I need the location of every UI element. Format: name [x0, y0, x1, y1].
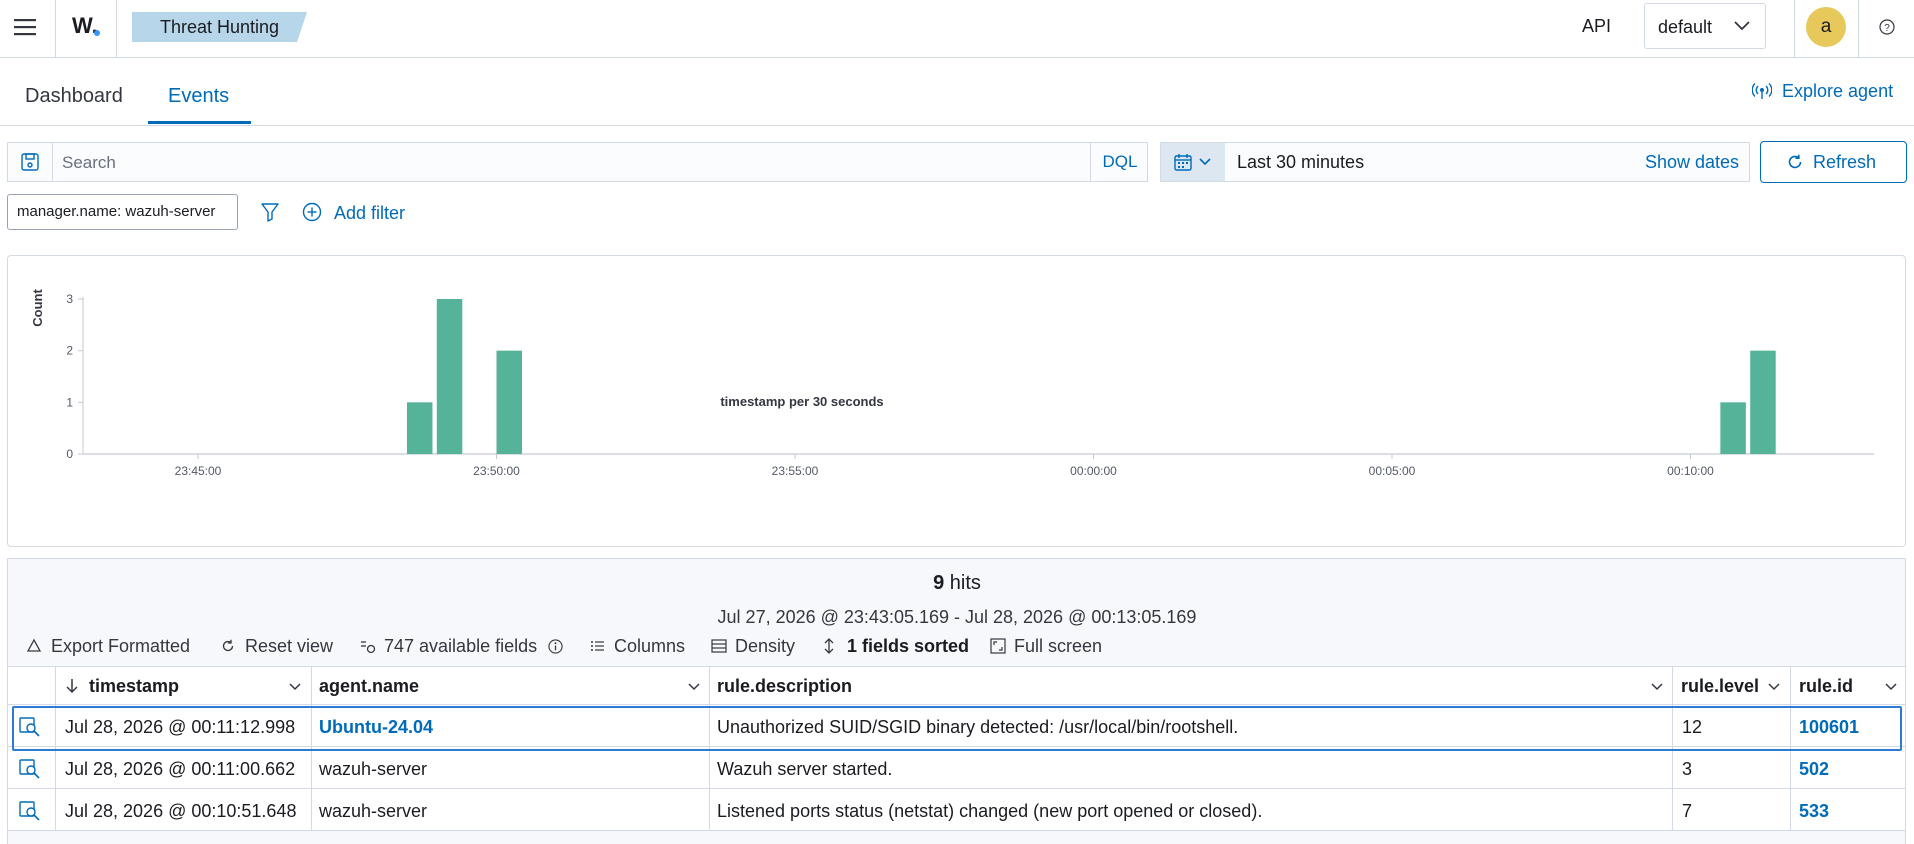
list-icon	[590, 638, 606, 654]
cell-agent-name: wazuh-server	[319, 759, 428, 779]
hits-count: 9	[933, 572, 945, 594]
cell-timestamp: Jul 28, 2026 @ 00:11:12.998	[65, 717, 296, 737]
y-tick-label: 1	[66, 395, 73, 409]
y-axis: 0 1 2 3	[66, 292, 84, 461]
x-tick-label: 00:10:00	[1667, 464, 1714, 478]
x-tick-label: 00:00:00	[1070, 464, 1117, 478]
export-label: Export Formatted	[51, 636, 191, 656]
y-tick-label: 0	[66, 447, 73, 461]
cell-timestamp: Jul 28, 2026 @ 00:10:51.648	[65, 801, 297, 821]
cell-rule-level: 3	[1682, 759, 1693, 779]
x-tick-label: 00:05:00	[1369, 464, 1416, 478]
cell-timestamp: Jul 28, 2026 @ 00:11:00.662	[65, 759, 296, 779]
histogram-bars[interactable]	[406, 299, 1776, 454]
histogram-bar[interactable]	[1750, 350, 1776, 454]
cell-rule-description: Listened ports status (netstat) changed …	[717, 801, 1263, 821]
inspect-document-icon[interactable]	[19, 759, 41, 779]
x-tick-label: 23:50:00	[473, 464, 520, 478]
info-icon	[548, 639, 563, 654]
cell-agent-link[interactable]: Ubuntu-24.04	[319, 717, 433, 738]
y-axis-title: Count	[30, 289, 45, 327]
inspect-document-icon[interactable]	[19, 717, 41, 737]
cell-rule-description: Wazuh server started.	[717, 759, 893, 779]
chevron-down-icon[interactable]	[1651, 683, 1663, 691]
fields-icon	[360, 638, 376, 654]
histogram-bar[interactable]	[436, 299, 463, 454]
export-icon	[26, 638, 42, 654]
reset-view-label: Reset view	[245, 636, 334, 656]
results-time-range: Jul 27, 2026 @ 23:43:05.169 - Jul 28, 20…	[717, 607, 1197, 627]
column-header-rule-description[interactable]: rule.description	[717, 676, 852, 697]
histogram-chart: 0 1 2 3 23:45:00 23:50:00 23:55:00 00:00:00 00:…	[30, 289, 1874, 478]
column-header-agent-name[interactable]: agent.name	[319, 676, 419, 697]
full-screen-label: Full screen	[1014, 636, 1103, 656]
column-header-rule-level[interactable]: rule.level	[1681, 676, 1759, 697]
cell-rule-id-link[interactable]: 100601	[1799, 717, 1859, 738]
x-axis-title: timestamp per 30 seconds	[720, 394, 883, 409]
sort-fields-label: 1 fields sorted	[847, 636, 970, 656]
histogram-bar[interactable]	[496, 350, 523, 454]
cell-rule-description: Unauthorized SUID/SGID binary detected: …	[717, 717, 1239, 737]
cell-rule-level: 12	[1682, 717, 1703, 737]
column-header-timestamp[interactable]: timestamp	[89, 676, 179, 697]
cell-agent-name: wazuh-server	[319, 801, 428, 821]
refresh-icon	[220, 638, 236, 654]
table-row[interactable]: Jul 28, 2026 @ 00:11:00.662 wazuh-server…	[8, 747, 1905, 789]
x-axis: 23:45:00 23:50:00 23:55:00 00:00:00 00:05:00…	[83, 453, 1874, 478]
cell-rule-id-link[interactable]: 502	[1799, 759, 1829, 780]
histogram-bar[interactable]	[1720, 402, 1746, 454]
y-tick-label: 2	[66, 344, 73, 358]
table-row[interactable]: Jul 28, 2026 @ 00:10:51.648 wazuh-server…	[8, 789, 1905, 831]
column-header-rule-id[interactable]: rule.id	[1799, 676, 1853, 697]
chevron-down-icon[interactable]	[688, 683, 700, 691]
chevron-down-icon[interactable]	[1885, 683, 1897, 691]
cell-rule-level: 7	[1682, 801, 1693, 821]
density-label: Density	[735, 636, 796, 656]
available-fields-label: 747 available fields	[384, 636, 538, 656]
x-tick-label: 23:55:00	[772, 464, 819, 478]
chevron-down-icon[interactable]	[289, 683, 301, 691]
sort-icon	[822, 638, 836, 654]
cell-rule-id-link[interactable]: 533	[1799, 801, 1829, 822]
sort-desc-icon[interactable]	[65, 678, 79, 694]
fullscreen-icon	[990, 638, 1006, 654]
hits-summary: 9 hits	[0, 572, 1914, 595]
table-density-icon	[711, 638, 727, 654]
x-tick-label: 23:45:00	[175, 464, 222, 478]
table-row[interactable]: Jul 28, 2026 @ 00:11:12.998 Ubuntu-24.04…	[8, 705, 1905, 747]
hits-label: hits	[949, 572, 981, 594]
y-tick-label: 3	[66, 292, 73, 306]
columns-label: Columns	[614, 636, 686, 656]
table-header: timestamp agent.name rule.description ru…	[8, 666, 1905, 705]
histogram-bar[interactable]	[406, 402, 433, 454]
inspect-document-icon[interactable]	[19, 801, 41, 821]
chevron-down-icon[interactable]	[1768, 683, 1780, 691]
